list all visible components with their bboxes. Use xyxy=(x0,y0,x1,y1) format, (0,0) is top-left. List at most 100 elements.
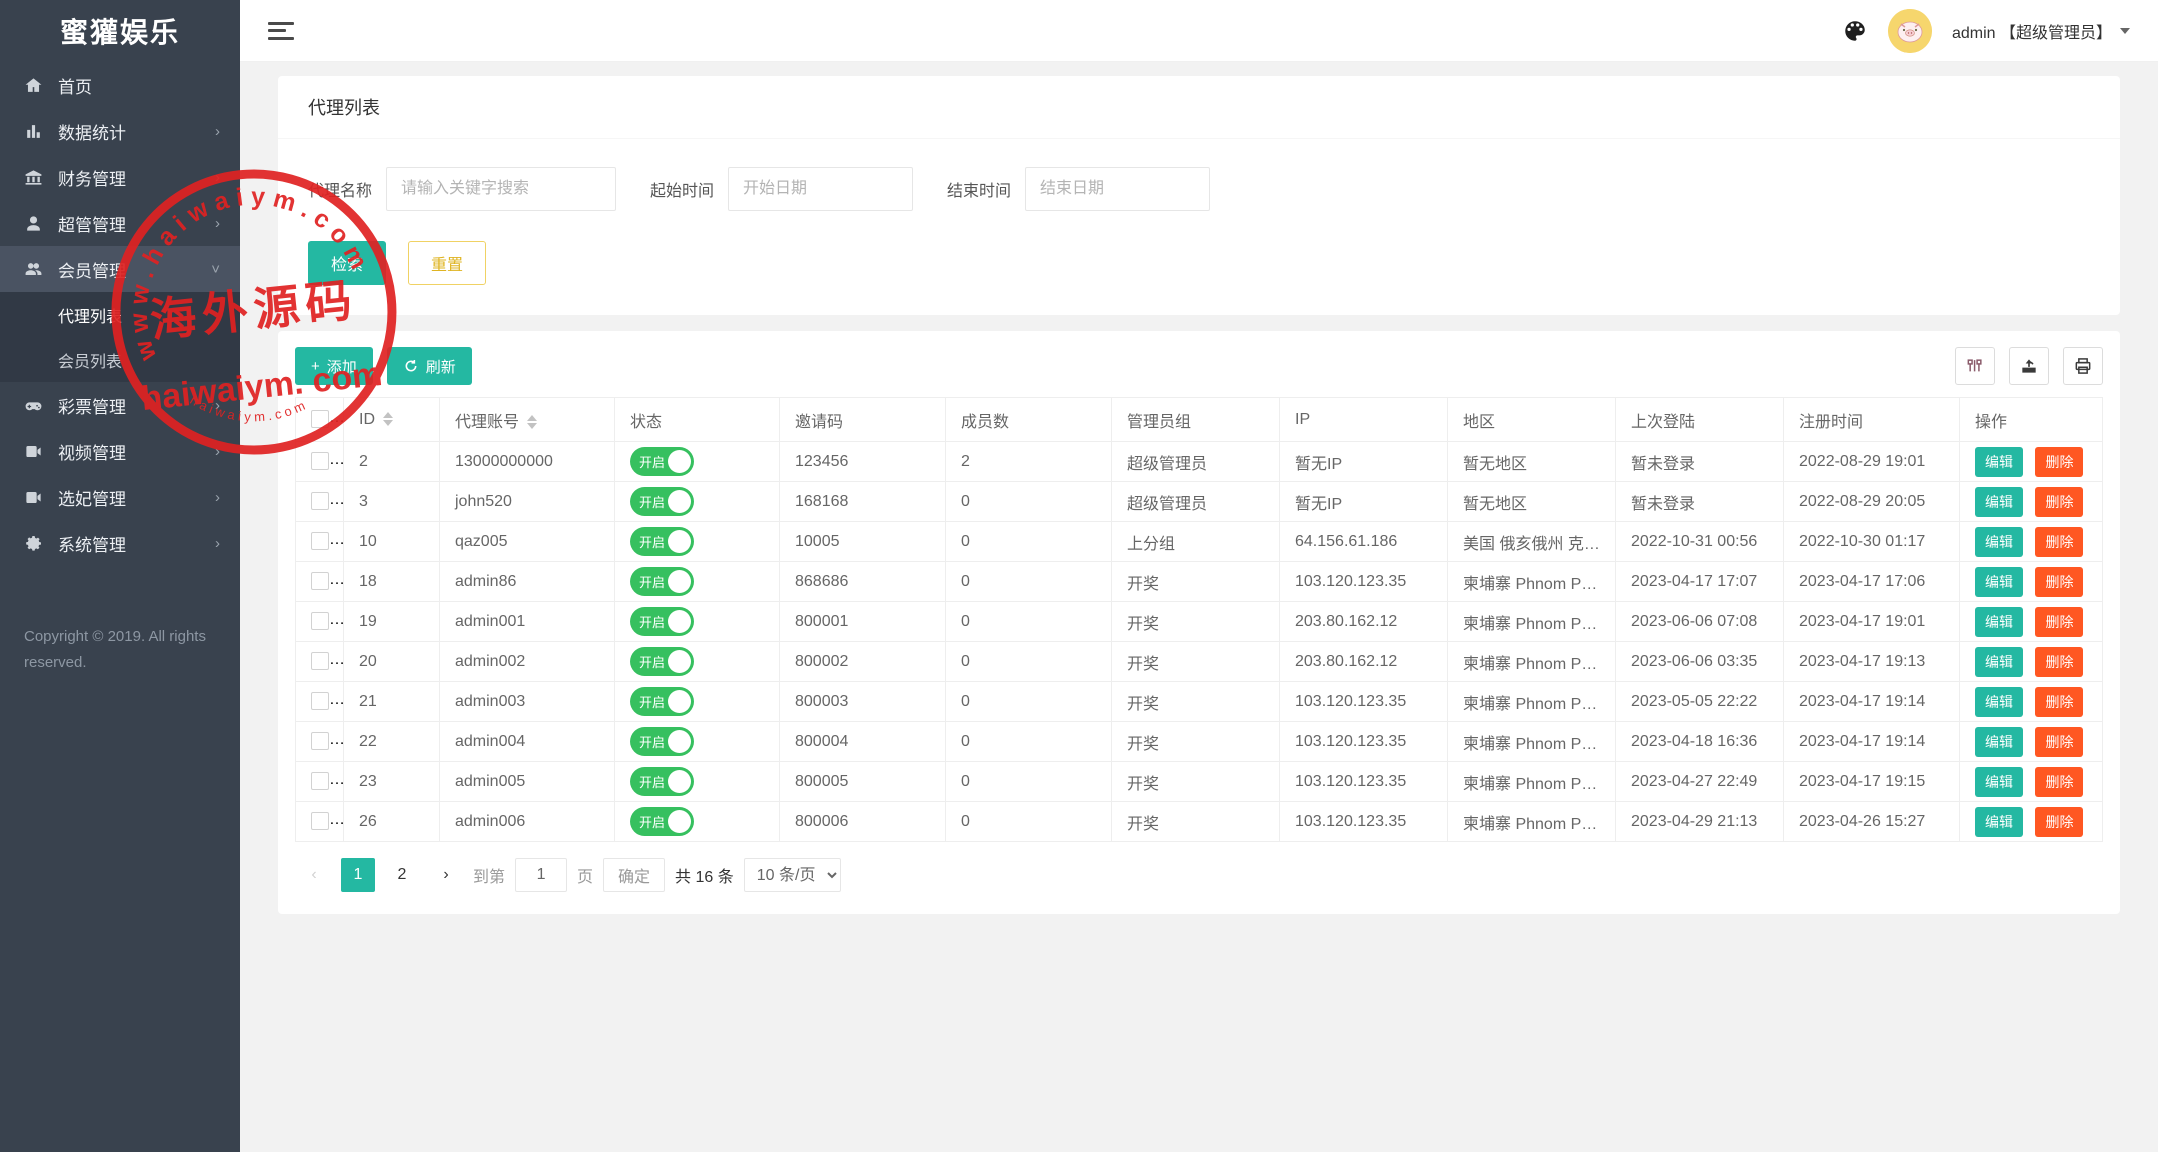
start-date-input[interactable] xyxy=(728,167,913,211)
delete-button[interactable]: 删除 xyxy=(2035,487,2083,517)
col-account[interactable]: 代理账号 xyxy=(440,398,615,442)
delete-button[interactable]: 删除 xyxy=(2035,527,2083,557)
delete-button[interactable]: 删除 xyxy=(2035,447,2083,477)
sidebar-item-label: 首页 xyxy=(58,73,92,98)
cell-region: 柬埔寨 Phnom Pen... xyxy=(1448,762,1616,802)
status-toggle[interactable]: 开启 xyxy=(630,447,694,476)
export-button[interactable] xyxy=(2009,347,2049,385)
next-page-button[interactable]: › xyxy=(429,858,463,892)
delete-button[interactable]: 删除 xyxy=(2035,767,2083,797)
page-2-button[interactable]: 2 xyxy=(385,858,419,892)
status-toggle[interactable]: 开启 xyxy=(630,767,694,796)
edit-button[interactable]: 编辑 xyxy=(1975,487,2023,517)
row-checkbox[interactable] xyxy=(311,452,329,470)
columns-filter-button[interactable] xyxy=(1955,347,1995,385)
chevron-down-icon: ˅ xyxy=(211,261,220,278)
goto-confirm-button[interactable]: 确定 xyxy=(603,858,665,892)
delete-button[interactable]: 删除 xyxy=(2035,607,2083,637)
status-toggle[interactable]: 开启 xyxy=(630,527,694,556)
delete-button[interactable]: 删除 xyxy=(2035,807,2083,837)
edit-button[interactable]: 编辑 xyxy=(1975,567,2023,597)
status-toggle[interactable]: 开启 xyxy=(630,807,694,836)
row-checkbox[interactable] xyxy=(311,692,329,710)
row-checkbox[interactable] xyxy=(311,612,329,630)
sidebar-item-lottery[interactable]: 彩票管理 › xyxy=(0,382,240,428)
keyword-input[interactable] xyxy=(386,167,616,211)
delete-button[interactable]: 删除 xyxy=(2035,687,2083,717)
cell-id: 23 xyxy=(344,762,440,802)
delete-button[interactable]: 删除 xyxy=(2035,647,2083,677)
sidebar-subitem-member-list[interactable]: 会员列表 xyxy=(0,337,240,382)
print-icon xyxy=(2073,356,2093,376)
cell-id: 22 xyxy=(344,722,440,762)
cell-admin-group: 开奖 xyxy=(1112,802,1280,842)
delete-button[interactable]: 删除 xyxy=(2035,727,2083,757)
goto-page-input[interactable] xyxy=(515,858,567,892)
sidebar-item-video[interactable]: 视频管理 › xyxy=(0,428,240,474)
status-toggle[interactable]: 开启 xyxy=(630,647,694,676)
cell-member-count: 0 xyxy=(946,482,1112,522)
col-status: 状态 xyxy=(615,398,780,442)
sort-icon[interactable] xyxy=(527,415,537,429)
edit-button[interactable]: 编辑 xyxy=(1975,527,2023,557)
edit-button[interactable]: 编辑 xyxy=(1975,727,2023,757)
user-menu[interactable]: admin 【超级管理员】 xyxy=(1952,19,2130,43)
users-icon xyxy=(22,258,44,280)
row-checkbox[interactable] xyxy=(311,812,329,830)
status-toggle[interactable]: 开启 xyxy=(630,607,694,636)
sidebar-item-home[interactable]: 首页 xyxy=(0,62,240,108)
print-button[interactable] xyxy=(2063,347,2103,385)
search-button[interactable]: 检索 xyxy=(308,241,386,285)
edit-button[interactable]: 编辑 xyxy=(1975,607,2023,637)
delete-button[interactable]: 删除 xyxy=(2035,567,2083,597)
edit-button[interactable]: 编辑 xyxy=(1975,647,2023,677)
col-group: 管理员组 xyxy=(1112,398,1280,442)
search-card: 代理列表 代理名称 起始时间 结束时间 xyxy=(278,76,2120,315)
edit-button[interactable]: 编辑 xyxy=(1975,447,2023,477)
sidebar-subitem-agent-list[interactable]: 代理列表 xyxy=(0,292,240,337)
home-icon xyxy=(22,74,44,96)
avatar[interactable] xyxy=(1888,9,1932,53)
row-checkbox[interactable] xyxy=(311,572,329,590)
row-checkbox[interactable] xyxy=(311,532,329,550)
status-toggle-label: 开启 xyxy=(639,732,665,751)
col-id[interactable]: ID xyxy=(344,398,440,442)
add-button[interactable]: + 添加 xyxy=(295,347,373,385)
prev-page-button[interactable]: ‹ xyxy=(297,858,331,892)
cell-account: admin004 xyxy=(440,722,615,762)
select-all-checkbox[interactable] xyxy=(311,410,329,428)
sidebar-item-superadmin[interactable]: 超管管理 › xyxy=(0,200,240,246)
cell-invite-code: 168168 xyxy=(780,482,946,522)
sidebar-item-xuanfei[interactable]: 选妃管理 › xyxy=(0,474,240,520)
per-page-select[interactable]: 10 条/页 xyxy=(744,858,841,892)
row-checkbox[interactable] xyxy=(311,492,329,510)
table-row: 18 admin86 开启 868686 0 开奖 103.120.123.35 xyxy=(296,562,2103,602)
sidebar-item-members[interactable]: 会员管理 ˅ xyxy=(0,246,240,292)
refresh-button[interactable]: 刷新 xyxy=(387,347,472,385)
cell-member-count: 0 xyxy=(946,642,1112,682)
edit-button[interactable]: 编辑 xyxy=(1975,767,2023,797)
sort-icon[interactable] xyxy=(383,412,393,426)
status-toggle-label: 开启 xyxy=(639,652,665,671)
row-checkbox[interactable] xyxy=(311,652,329,670)
sidebar-item-statistics[interactable]: 数据统计 › xyxy=(0,108,240,154)
end-date-input[interactable] xyxy=(1025,167,1210,211)
cell-account: admin001 xyxy=(440,602,615,642)
cell-reg-time: 2023-04-17 19:14 xyxy=(1784,682,1960,722)
status-toggle[interactable]: 开启 xyxy=(630,687,694,716)
sidebar-item-system[interactable]: 系统管理 › xyxy=(0,520,240,566)
status-toggle[interactable]: 开启 xyxy=(630,567,694,596)
cell-reg-time: 2023-04-17 19:13 xyxy=(1784,642,1960,682)
row-checkbox[interactable] xyxy=(311,732,329,750)
export-icon xyxy=(2019,356,2039,376)
edit-button[interactable]: 编辑 xyxy=(1975,807,2023,837)
row-checkbox[interactable] xyxy=(311,772,329,790)
sidebar-item-finance[interactable]: 财务管理 › xyxy=(0,154,240,200)
theme-palette-icon[interactable] xyxy=(1842,18,1868,44)
edit-button[interactable]: 编辑 xyxy=(1975,687,2023,717)
sidebar-toggle-icon[interactable] xyxy=(268,22,294,40)
page-1-button[interactable]: 1 xyxy=(341,858,375,892)
status-toggle[interactable]: 开启 xyxy=(630,487,694,516)
status-toggle[interactable]: 开启 xyxy=(630,727,694,756)
reset-button[interactable]: 重置 xyxy=(408,241,486,285)
